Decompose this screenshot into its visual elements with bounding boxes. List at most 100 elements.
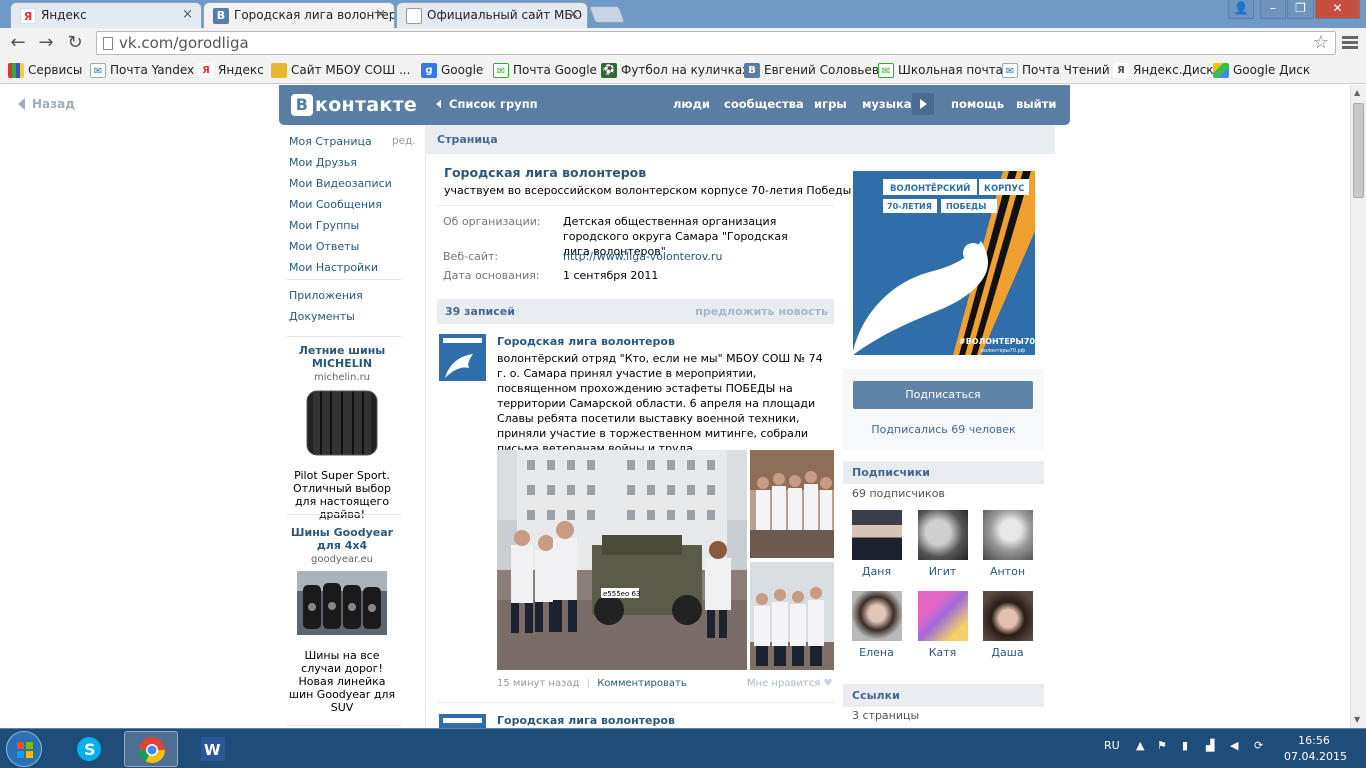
bookmark-readings-mail[interactable]: ✉ Почта Чтений xyxy=(1002,63,1110,78)
volume-icon[interactable]: ◀ xyxy=(1230,739,1238,752)
chrome-menu-icon[interactable] xyxy=(1340,34,1360,54)
ad-title[interactable]: Шины Goodyear для 4x4 xyxy=(285,526,399,552)
avatar[interactable] xyxy=(439,714,486,728)
bookmark-football[interactable]: ⚽ Футбол на куличках xyxy=(601,63,749,78)
update-icon[interactable]: ⟳ xyxy=(1254,739,1263,752)
member-card[interactable]: Даня xyxy=(849,510,904,578)
comment-link[interactable]: Комментировать xyxy=(597,678,687,689)
ad-title[interactable]: Летние шины MICHELIN xyxy=(285,344,399,370)
member-card[interactable]: Даша xyxy=(980,591,1035,659)
avatar[interactable] xyxy=(982,510,1033,560)
website-link[interactable]: http://www.liga-volonterov.ru xyxy=(563,249,813,264)
post-author[interactable]: Городская лига волонтеров xyxy=(497,714,675,727)
skype-taskbar-button[interactable]: S xyxy=(62,731,116,767)
flag-icon[interactable]: ⚑ xyxy=(1157,739,1167,752)
avatar[interactable] xyxy=(439,334,486,381)
sidebar-item-my-page[interactable]: Моя Страница xyxy=(289,135,372,148)
post-photo-main[interactable]: е555ео 63 xyxy=(497,450,747,670)
member-name[interactable]: Катя xyxy=(915,646,970,659)
close-icon[interactable]: × xyxy=(182,7,193,22)
post-photo-3[interactable] xyxy=(750,562,834,670)
play-icon[interactable] xyxy=(912,93,934,115)
member-card[interactable]: Елена xyxy=(849,591,904,659)
url-text[interactable]: vk.com/gorodliga xyxy=(119,34,249,52)
tab-school-site[interactable]: Официальный сайт МБО × xyxy=(396,2,588,28)
wall-count[interactable]: 39 записей xyxy=(445,305,515,318)
close-icon[interactable]: × xyxy=(375,7,386,22)
member-card[interactable]: Игит xyxy=(915,510,970,578)
avatar[interactable] xyxy=(982,591,1033,641)
subscribers-header[interactable]: Подписчики xyxy=(843,461,1044,484)
sidebar-item-settings[interactable]: Мои Настройки xyxy=(289,261,378,274)
scroll-up-icon[interactable]: ▲ xyxy=(1354,88,1360,97)
post-author[interactable]: Городская лига волонтеров xyxy=(497,335,675,348)
nav-people[interactable]: люди xyxy=(673,97,710,111)
post-photo-2[interactable] xyxy=(750,450,834,558)
language-indicator[interactable]: RU xyxy=(1104,739,1120,752)
back-arrow-icon[interactable]: ← xyxy=(6,31,30,55)
nav-music[interactable]: музыка xyxy=(862,97,912,111)
member-name[interactable]: Елена xyxy=(849,646,904,659)
scroll-down-icon[interactable]: ▼ xyxy=(1354,715,1360,724)
avatar[interactable] xyxy=(917,591,968,641)
maximize-button[interactable]: ❐ xyxy=(1287,0,1314,19)
sidebar-item-messages[interactable]: Мои Сообщения xyxy=(289,198,382,211)
battery-icon[interactable]: ▮ xyxy=(1182,739,1188,752)
sidebar-item-videos[interactable]: Мои Видеозаписи xyxy=(289,177,392,190)
bookmark-yandex[interactable]: Я Яндекс xyxy=(198,63,264,78)
avatar[interactable] xyxy=(851,510,902,560)
member-name[interactable]: Даша xyxy=(980,646,1035,659)
scrollbar-thumb[interactable] xyxy=(1353,103,1364,198)
bookmark-gmail[interactable]: ✉ Почта Google xyxy=(493,63,597,78)
member-card[interactable]: Антон xyxy=(980,510,1035,578)
bookmark-google-drive[interactable]: Google Диск xyxy=(1213,63,1310,78)
nav-logout[interactable]: выйти xyxy=(1016,97,1056,111)
bookmark-services[interactable]: Сервисы xyxy=(8,63,82,78)
network-icon[interactable]: ▟ xyxy=(1206,739,1214,752)
sidebar-item-answers[interactable]: Мои Ответы xyxy=(289,240,359,253)
suggest-news-link[interactable]: предложить новость xyxy=(695,305,828,318)
subscribed-count[interactable]: Подписались 69 человек xyxy=(843,423,1044,436)
show-hidden-icons[interactable]: ▲ xyxy=(1136,739,1144,752)
tires-image[interactable] xyxy=(297,571,387,635)
tab-yandex[interactable]: Я Яндекс × xyxy=(10,2,202,28)
back-link[interactable]: Назад xyxy=(18,97,75,111)
ad-michelin[interactable]: Летние шины MICHELIN michelin.ru Pilot S… xyxy=(285,344,399,521)
member-name[interactable]: Антон xyxy=(980,565,1035,578)
sidebar-item-friends[interactable]: Мои Друзья xyxy=(289,156,357,169)
nav-help[interactable]: помощь xyxy=(951,97,1004,111)
reload-icon[interactable]: ↻ xyxy=(63,31,87,55)
avatar[interactable] xyxy=(851,591,902,641)
sidebar-item-documents[interactable]: Документы xyxy=(289,310,355,323)
new-tab-button[interactable] xyxy=(588,6,626,23)
links-header[interactable]: Ссылки xyxy=(843,684,1044,707)
start-button[interactable] xyxy=(6,731,42,767)
sidebar-edit-link[interactable]: ред. xyxy=(392,135,416,147)
vk-logo[interactable]: Вконтакте xyxy=(291,94,417,116)
member-card[interactable]: Катя xyxy=(915,591,970,659)
close-icon[interactable]: × xyxy=(568,7,579,22)
bookmark-google[interactable]: g Google xyxy=(421,63,483,78)
bookmark-school-mail[interactable]: ✉ Школьная почта xyxy=(878,63,1003,78)
word-taskbar-button[interactable]: W xyxy=(186,731,240,767)
group-avatar-poster[interactable]: ВОЛОНТЁРСКИЙ КОРПУС 70-ЛЕТИЯ ПОБЕДЫ #ВОЛ… xyxy=(853,171,1035,355)
bookmark-star-icon[interactable]: ☆ xyxy=(1313,32,1329,53)
subscribe-button[interactable]: Подписаться xyxy=(853,381,1033,409)
forward-arrow-icon[interactable]: → xyxy=(34,31,58,55)
user-icon[interactable]: 👤 xyxy=(1228,0,1254,19)
tab-vk-group[interactable]: B Городская лига волонтер × xyxy=(203,2,395,28)
ad-goodyear[interactable]: Шины Goodyear для 4x4 goodyear.eu Шины н… xyxy=(285,526,399,714)
like-button[interactable]: Мне нравится ♥ xyxy=(747,678,832,689)
group-list-link[interactable]: Список групп xyxy=(436,97,538,111)
member-name[interactable]: Даня xyxy=(849,565,904,578)
minimize-button[interactable]: – xyxy=(1260,0,1286,19)
sidebar-item-groups[interactable]: Мои Группы xyxy=(289,219,359,232)
bookmark-school-site[interactable]: Сайт МБОУ СОШ ... xyxy=(271,63,410,78)
page-scrollbar[interactable]: ▲ ▼ xyxy=(1350,85,1366,728)
nav-communities[interactable]: сообщества xyxy=(724,97,804,111)
bookmark-yandex-mail[interactable]: ✉ Почта Yandex xyxy=(90,63,194,78)
sidebar-item-apps[interactable]: Приложения xyxy=(289,289,363,302)
close-window-button[interactable]: ✕ xyxy=(1315,0,1360,19)
tire-image[interactable] xyxy=(299,389,385,457)
bookmark-evgeny[interactable]: B Евгений Соловьев xyxy=(744,63,879,78)
